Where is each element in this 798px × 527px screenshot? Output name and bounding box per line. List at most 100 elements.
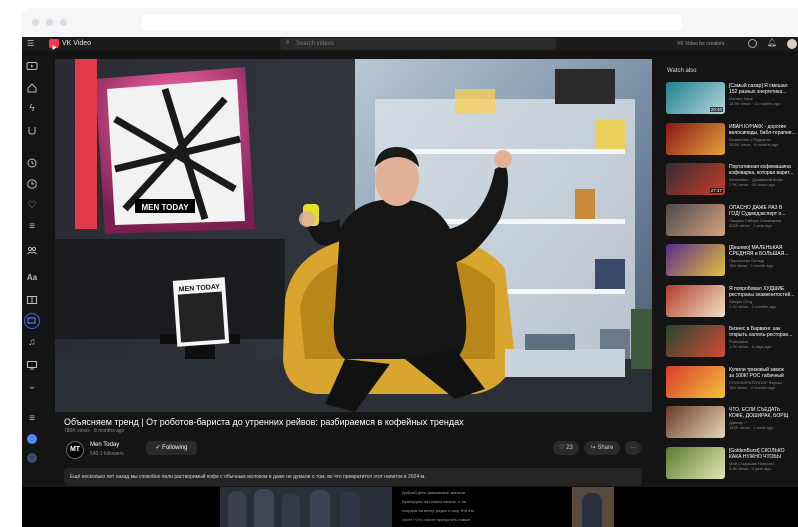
video-player[interactable]: MEN TODAY MEN TODAY: [55, 59, 652, 412]
user-avatar[interactable]: [787, 39, 797, 49]
preview-text-line: хочет? Что она не пропустить новые: [402, 517, 471, 522]
recommendation-item[interactable]: Бизнес в Барвихе: как открыть халяль-рест…: [666, 325, 798, 359]
recommendation-title: за 100К! РОС табачный: [729, 372, 784, 379]
queue-icon[interactable]: ≡: [26, 413, 38, 425]
recommendation-meta: 184K views · 1 week ago: [729, 425, 774, 430]
recommendation-title: велосипеды, бабл-терапия...: [729, 129, 796, 136]
lightning-icon[interactable]: ϟ: [26, 103, 38, 115]
music-icon[interactable]: ♫: [26, 337, 38, 349]
heart-icon[interactable]: ♡: [26, 200, 38, 212]
like-count: 23: [566, 445, 573, 451]
recommendation-meta: 7.9K views · 10 hours ago: [729, 182, 776, 187]
browser-chrome: [22, 8, 798, 37]
bottom-preview-strip: Добрый день уважаемые зрители Бронируем …: [22, 487, 798, 527]
channel-avatar[interactable]: MT: [66, 441, 84, 459]
clock-icon[interactable]: [26, 178, 38, 190]
recommendation-meta: 20.5K views · 8 months ago: [729, 141, 779, 147]
chevron-down-icon[interactable]: ⌄: [26, 381, 38, 393]
recommendation-title: 152 разных энергетика...: [729, 89, 787, 95]
playlist-icon[interactable]: ≡: [26, 221, 38, 233]
history-icon[interactable]: [26, 157, 38, 169]
recommendation-item[interactable]: [Дешево] МАЛЕНЬКАЯ СРЕДНЯЯ и БОЛЬШАЯ... Пи…: [666, 244, 798, 278]
video-icon[interactable]: [26, 60, 38, 72]
recommendation-item[interactable]: ОПАСНО ДАЖЕ РАЗ В ГОД! Судмедэксперт о...…: [666, 203, 798, 238]
recommendation-thumbnail[interactable]: [666, 122, 725, 155]
recommendation-item[interactable]: 27:47 Портативная кофемашина кофеварка, ко…: [666, 163, 798, 197]
share-button[interactable]: ↪ Share: [584, 441, 620, 455]
recommendation-title: КОФЕ, ДОШИРАК, БОРЩ: [729, 413, 789, 419]
top-bar: ☰ VK Video ⌕ Search videos VK Video for …: [22, 37, 798, 51]
recommendation-thumbnail[interactable]: [666, 284, 725, 317]
recommendation-thumbnail[interactable]: 27:47: [666, 163, 725, 195]
recommendation-item[interactable]: Купили тризовый замок за 100К! РОС табачн…: [666, 365, 798, 400]
bell-icon[interactable]: 🔔︎: [767, 38, 777, 47]
recommendation-title: кофеварка, которая варит...: [729, 170, 794, 176]
logo-icon[interactable]: [27, 453, 37, 463]
window-zoom-dot[interactable]: [60, 19, 67, 26]
sidebar: ϟ ♡ ≡ Aa ♫ ⌄ ≡: [22, 51, 42, 487]
description-text: Ещё несколько лет назад мы спокойно пили…: [70, 474, 426, 480]
home-icon[interactable]: [26, 82, 38, 94]
recommendation-item[interactable]: Я попробовал ХУДШИЕ рестораны знаменитост…: [666, 284, 798, 319]
recommendation-thumbnail[interactable]: [666, 365, 725, 398]
recommendation-title: открыть халяль-ресторан...: [729, 332, 793, 338]
screen-icon[interactable]: [26, 359, 38, 371]
description-box[interactable]: Ещё несколько лет назад мы спокойно пили…: [64, 468, 642, 486]
recommendation-title: СРЕДНЯЯ и БОЛЬШАЯ...: [729, 251, 789, 257]
upload-icon[interactable]: [748, 39, 757, 48]
recommendation-meta: 15K views · 1 month ago: [729, 263, 774, 268]
recommendation-title: рестораны знаменитостей...: [729, 291, 795, 298]
groups-icon[interactable]: [26, 244, 38, 256]
recommendation-item[interactable]: ЧТО, ЕСЛИ СЪЕДАТЬ КОФЕ, ДОШИРАК, БОРЩ Дани…: [666, 406, 798, 440]
recommendation-thumbnail[interactable]: [666, 325, 725, 357]
recommendation-thumbnail[interactable]: [666, 446, 725, 479]
window-minimize-dot[interactable]: [46, 19, 53, 26]
recommendation-thumbnail[interactable]: [666, 406, 725, 438]
follow-label: Following: [162, 445, 188, 451]
avatar-blue-icon[interactable]: [27, 434, 37, 444]
preview-text-line: Бронируем на нашем канале, и не: [402, 499, 467, 504]
set-sign: MEN TODAY: [141, 203, 189, 212]
preview-text-line: спорили на вечер радио и шоу. Кто это: [402, 508, 475, 513]
recommendation-meta: 202K views · 1 year ago: [729, 222, 772, 228]
like-button[interactable]: ♡ 23: [553, 441, 579, 455]
recommendation-thumbnail[interactable]: [666, 244, 725, 276]
watch-also-heading: Watch also: [667, 68, 697, 74]
follow-button[interactable]: ✓ Following: [146, 441, 197, 455]
preview-thumbnail-left[interactable]: [220, 487, 392, 527]
recommendation-meta: 16K views · 2 months ago: [729, 384, 776, 390]
share-label: Share: [597, 445, 614, 451]
search-icon: ⌕: [286, 39, 290, 46]
recommendation-item[interactable]: 20:40 [Самый сахар] Я смешал 152 разных эн…: [666, 82, 798, 116]
channel-subscribers: 540.1 followers: [90, 451, 124, 457]
app-name[interactable]: VK Video: [62, 40, 91, 47]
recommendation-duration: 27:47: [709, 188, 723, 193]
channel-name[interactable]: Men Today: [90, 442, 119, 448]
browser-window: ☰ VK Video ⌕ Search videos VK Video for …: [22, 8, 798, 527]
clips-icon[interactable]: [26, 124, 38, 136]
channel-icon[interactable]: Aa: [26, 272, 38, 284]
search-placeholder: Search videos: [296, 41, 335, 47]
creators-link[interactable]: VK Video for creators: [677, 41, 724, 47]
preview-thumbnail-right[interactable]: [572, 487, 614, 527]
video-frame: MEN TODAY MEN TODAY: [55, 59, 652, 412]
search-input[interactable]: ⌕ Search videos: [280, 38, 556, 50]
recommendation-meta: 2.1K views · 2 months ago: [729, 303, 777, 309]
more-button[interactable]: ···: [625, 441, 641, 455]
window-close-dot[interactable]: [32, 19, 39, 26]
recommendation-thumbnail[interactable]: [666, 203, 725, 236]
catalog-icon[interactable]: [26, 294, 38, 306]
tv-icon[interactable]: [24, 313, 40, 329]
recommendation-thumbnail[interactable]: 20:40: [666, 82, 725, 114]
recommendation-meta: 1.2K views · 5 days ago: [729, 344, 772, 349]
recommendation-meta: 14.9K views · 11 months ago: [729, 101, 781, 106]
video-title: Объясняем тренд | От роботов-бариста до …: [64, 417, 464, 427]
vk-video-app: ☰ VK Video ⌕ Search videos VK Video for …: [22, 37, 798, 487]
recommendation-title: ГОД! Судмедэксперт о...: [729, 210, 786, 217]
recommendation-title: КАКА НУЖНО ЧТОБЫ: [729, 453, 781, 460]
menu-icon[interactable]: ☰: [27, 39, 37, 49]
vk-video-logo-icon[interactable]: [49, 39, 59, 50]
address-bar[interactable]: [142, 14, 682, 31]
recommendation-item[interactable]: [GoldenBurst] СКОЛЬКО КАКА НУЖНО ЧТОБЫ Мой…: [666, 446, 798, 481]
recommendation-item[interactable]: ИВАН КУНАКК - дорогие велосипеды, бабл-те…: [666, 122, 798, 157]
